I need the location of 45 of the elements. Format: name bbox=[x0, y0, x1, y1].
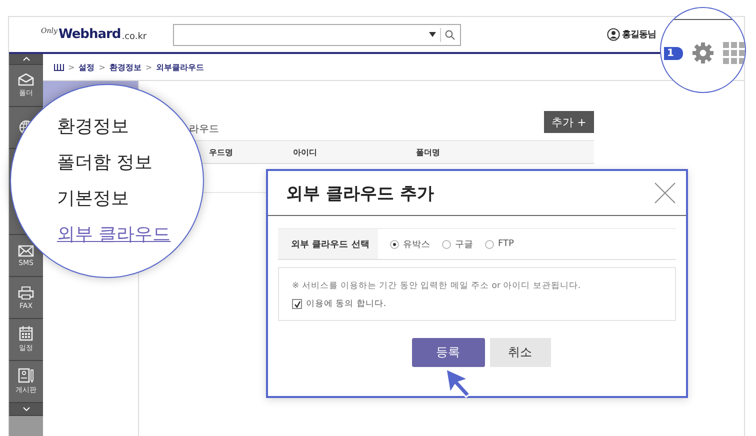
search-field[interactable] bbox=[173, 24, 461, 46]
inbox-icon bbox=[18, 73, 34, 86]
radio-button[interactable] bbox=[485, 240, 494, 248]
column-header: 아이디 bbox=[292, 146, 318, 158]
breadcrumb-link[interactable]: 환경정보 bbox=[109, 62, 142, 72]
cancel-button[interactable]: 취소 bbox=[490, 338, 550, 367]
settings-menu-item[interactable]: 외부 클라우드 bbox=[57, 222, 203, 248]
breadcrumb-link[interactable]: 설정 bbox=[78, 62, 95, 72]
envelope-icon bbox=[18, 244, 34, 256]
printer-icon bbox=[18, 286, 34, 300]
close-icon[interactable] bbox=[654, 182, 676, 204]
add-button[interactable]: 추가 + bbox=[544, 111, 594, 133]
radio-button[interactable] bbox=[390, 240, 399, 248]
logo-suffix: .co.kr bbox=[122, 32, 147, 42]
notebook-icon bbox=[18, 368, 34, 383]
user-avatar-icon[interactable] bbox=[607, 28, 620, 41]
column-header: 우드명 bbox=[208, 146, 234, 158]
checkbox[interactable] bbox=[292, 299, 302, 309]
radio-option[interactable]: FTP bbox=[485, 239, 514, 249]
scroll-up-icon[interactable] bbox=[22, 57, 30, 61]
register-button[interactable]: 등록 bbox=[412, 338, 484, 367]
radio-button[interactable] bbox=[442, 240, 451, 248]
settings-menu-item[interactable]: 기본정보 bbox=[57, 186, 203, 212]
breadcrumb-separator: > bbox=[68, 62, 75, 72]
radio-option[interactable]: 유박스 bbox=[390, 238, 430, 250]
logo-text: Webhard bbox=[58, 27, 121, 42]
notice-text: ※ 서비스를 이용하는 기간 동안 입력한 메일 주소 or 아이디 보관됩니다. bbox=[292, 280, 582, 292]
checkbox-label[interactable]: 이용에 동의 합니다. bbox=[306, 298, 386, 310]
breadcrumb-link[interactable]: 외부클라우드 bbox=[156, 62, 204, 72]
radio-option[interactable]: 구글 bbox=[442, 238, 473, 250]
search-icon[interactable] bbox=[445, 30, 455, 40]
breadcrumb-separator: > bbox=[145, 62, 152, 72]
calendar-icon bbox=[19, 326, 33, 341]
dialog-title: 외부 클라우드 추가 bbox=[286, 182, 434, 204]
notification-badge[interactable]: 1 bbox=[664, 46, 683, 60]
breadcrumb-separator: > bbox=[98, 62, 106, 72]
scroll-down-icon[interactable] bbox=[22, 407, 30, 411]
settings-menu-item[interactable]: 폴더함 정보 bbox=[57, 150, 203, 176]
section-title: 라우드 bbox=[188, 123, 219, 136]
column-header: 폴더명 bbox=[415, 146, 441, 158]
field-label: 외부 클라우드 선택 bbox=[278, 229, 378, 259]
user-name[interactable]: 홍길동님 bbox=[622, 28, 656, 41]
dropdown-caret-icon[interactable] bbox=[429, 32, 436, 37]
home-icon[interactable] bbox=[54, 64, 64, 70]
settings-icon[interactable] bbox=[692, 42, 714, 64]
